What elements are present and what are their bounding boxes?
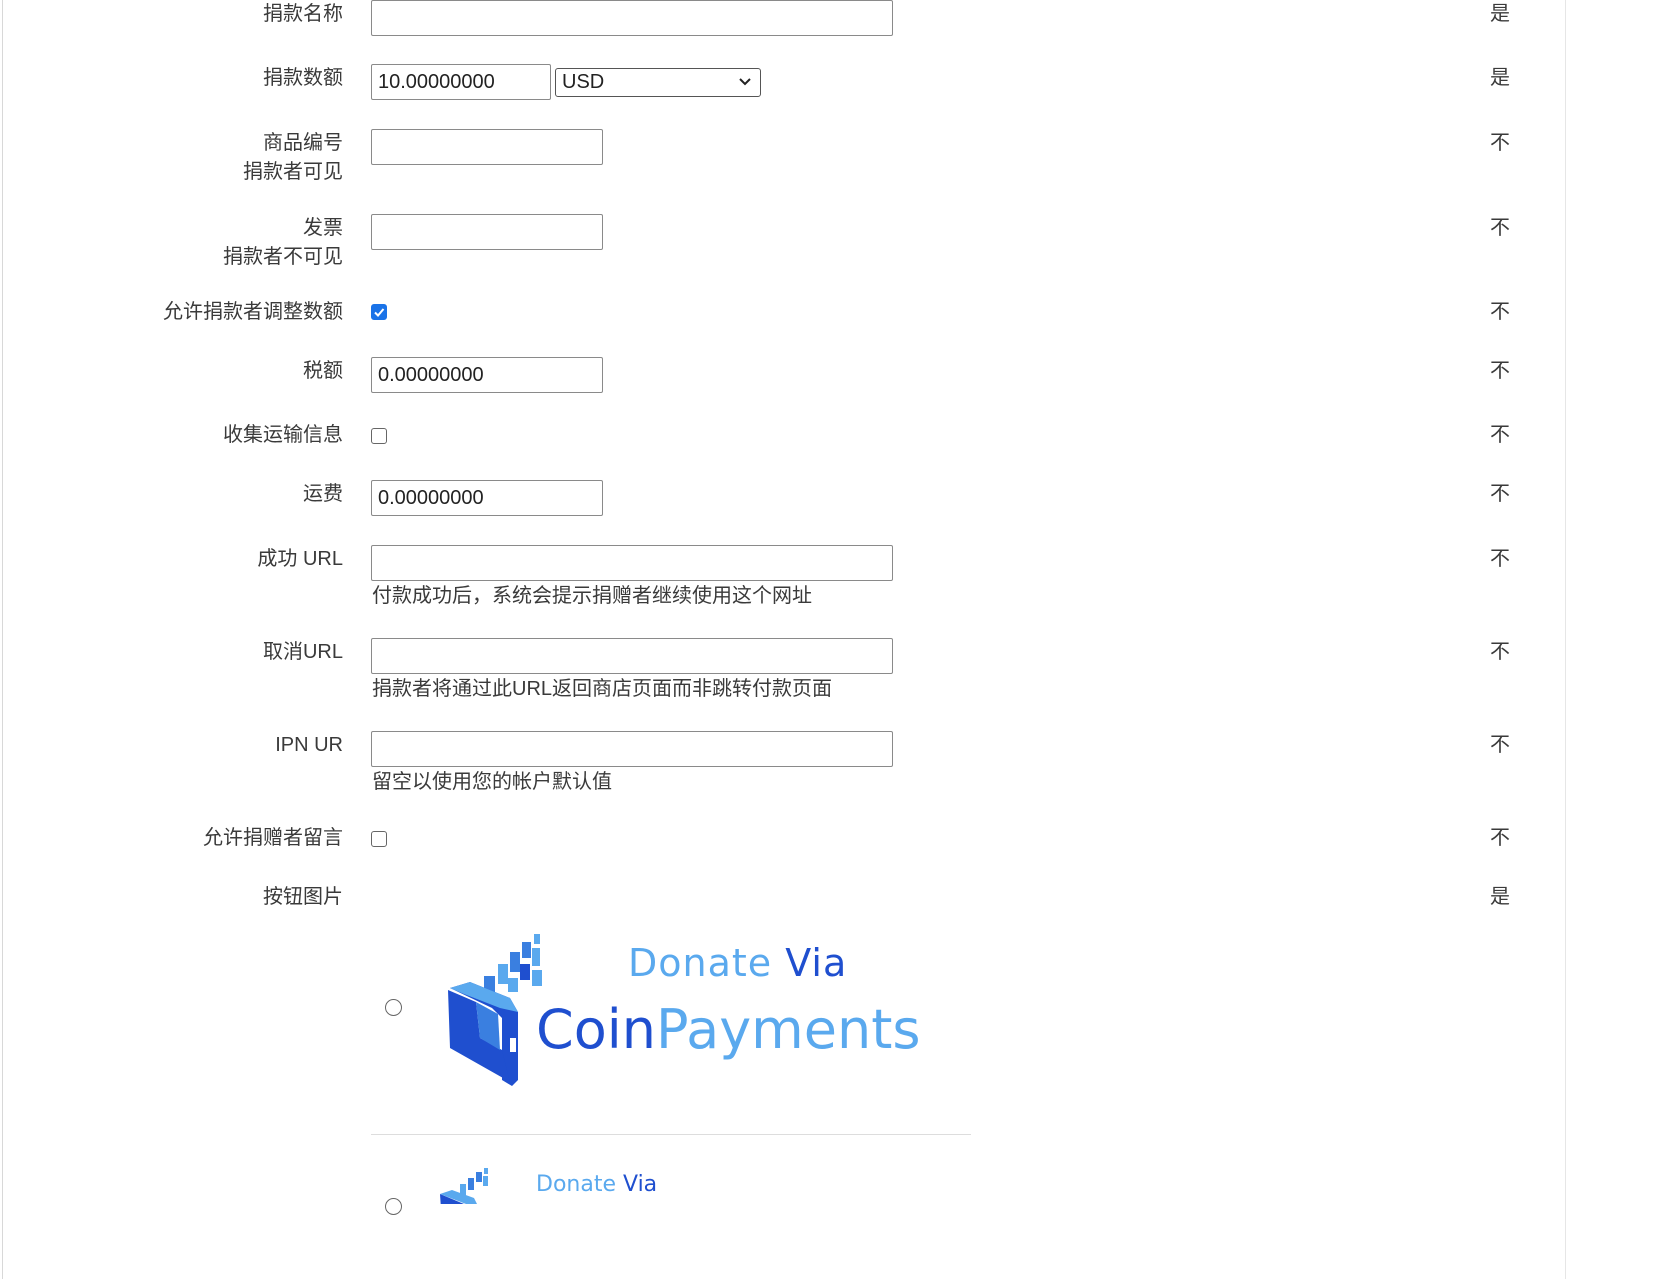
- cancel-url-input[interactable]: [371, 638, 893, 674]
- allow-adjust-checkbox[interactable]: [371, 304, 387, 320]
- coinpayments-logo-icon: [440, 1168, 488, 1204]
- success-url-help: 付款成功后，系统会提示捐赠者继续使用这个网址: [372, 585, 812, 607]
- success-url-required: 不: [1490, 548, 1510, 570]
- logo-small-donate-text: Donate: [536, 1172, 616, 1197]
- ipn-url-required: 不: [1490, 734, 1510, 756]
- tax-required: 不: [1490, 360, 1510, 382]
- collect-shipping-required: 不: [1490, 424, 1510, 446]
- item-number-label-main: 商品编号: [263, 132, 343, 154]
- tax-label: 税额: [303, 360, 343, 382]
- success-url-input[interactable]: [371, 545, 893, 581]
- currency-select[interactable]: USD: [555, 68, 761, 97]
- button-image-option-2-radio[interactable]: [385, 1198, 402, 1215]
- amount-required: 是: [1490, 67, 1510, 89]
- logo-payments-text: Payments: [655, 998, 921, 1061]
- check-icon: [374, 308, 385, 317]
- success-url-label: 成功 URL: [257, 548, 343, 570]
- logo-donate-text: Donate: [628, 941, 773, 985]
- collect-shipping-label: 收集运输信息: [223, 424, 343, 446]
- currency-value: USD: [562, 71, 605, 93]
- amount-input[interactable]: [371, 64, 551, 100]
- button-image-label: 按钮图片: [263, 886, 343, 908]
- allow-note-label: 允许捐赠者留言: [203, 827, 343, 849]
- donation-name-input[interactable]: [371, 0, 893, 36]
- coinpayments-logo-line2: CoinPayments: [536, 994, 921, 1066]
- coinpayments-logo-small-line1: Donate Via: [536, 1170, 657, 1200]
- cancel-url-required: 不: [1490, 641, 1510, 663]
- invoice-required: 不: [1490, 217, 1510, 239]
- button-image-divider: [371, 1134, 971, 1135]
- allow-adjust-label: 允许捐款者调整数额: [163, 301, 343, 323]
- page-border-left: [2, 0, 3, 1279]
- logo-small-via-text: Via: [623, 1172, 658, 1197]
- logo-via-text: Via: [785, 941, 848, 985]
- page-border-right: [1565, 0, 1566, 1279]
- item-number-required: 不: [1490, 132, 1510, 154]
- allow-adjust-required: 不: [1490, 301, 1510, 323]
- coinpayments-logo-line1: Donate Via: [628, 936, 847, 990]
- shipping-required: 不: [1490, 483, 1510, 505]
- coinpayments-donate-button-image[interactable]: Donate Via CoinPayments: [440, 930, 960, 1090]
- item-number-input[interactable]: [371, 129, 603, 165]
- coinpayments-logo-icon: [448, 934, 542, 1086]
- shipping-input[interactable]: [371, 480, 603, 516]
- chevron-down-icon: [739, 78, 751, 86]
- item-number-label-note: 捐款者可见: [243, 161, 343, 183]
- amount-label: 捐款数额: [263, 67, 343, 89]
- button-image-option-1-radio[interactable]: [385, 999, 402, 1016]
- invoice-label: 发票 捐款者不可见: [223, 214, 343, 272]
- ipn-url-label: IPN UR: [275, 734, 343, 756]
- cancel-url-label: 取消URL: [262, 641, 343, 663]
- donation-name-required: 是: [1490, 3, 1510, 25]
- invoice-label-main: 发票: [303, 217, 343, 239]
- shipping-label: 运费: [303, 483, 343, 505]
- ipn-url-input[interactable]: [371, 731, 893, 767]
- tax-input[interactable]: [371, 357, 603, 393]
- item-number-label: 商品编号 捐款者可见: [243, 129, 343, 187]
- cancel-url-help: 捐款者将通过此URL返回商店页面而非跳转付款页面: [372, 678, 833, 700]
- allow-note-checkbox[interactable]: [371, 831, 387, 847]
- coinpayments-donate-button-image-small[interactable]: Donate Via: [436, 1164, 696, 1204]
- invoice-input[interactable]: [371, 214, 603, 250]
- allow-note-required: 不: [1490, 827, 1510, 849]
- donation-name-label: 捐款名称: [263, 3, 343, 25]
- button-image-required: 是: [1490, 886, 1510, 908]
- logo-coin-text: Coin: [536, 998, 656, 1061]
- invoice-label-note: 捐款者不可见: [223, 246, 343, 268]
- donation-button-form: 捐款名称 是 捐款数额 USD 是 商品编号 捐款者可见 不 发票 捐款者不可见…: [0, 0, 1665, 1279]
- collect-shipping-checkbox[interactable]: [371, 428, 387, 444]
- ipn-url-help: 留空以使用您的帐户默认值: [372, 771, 612, 793]
